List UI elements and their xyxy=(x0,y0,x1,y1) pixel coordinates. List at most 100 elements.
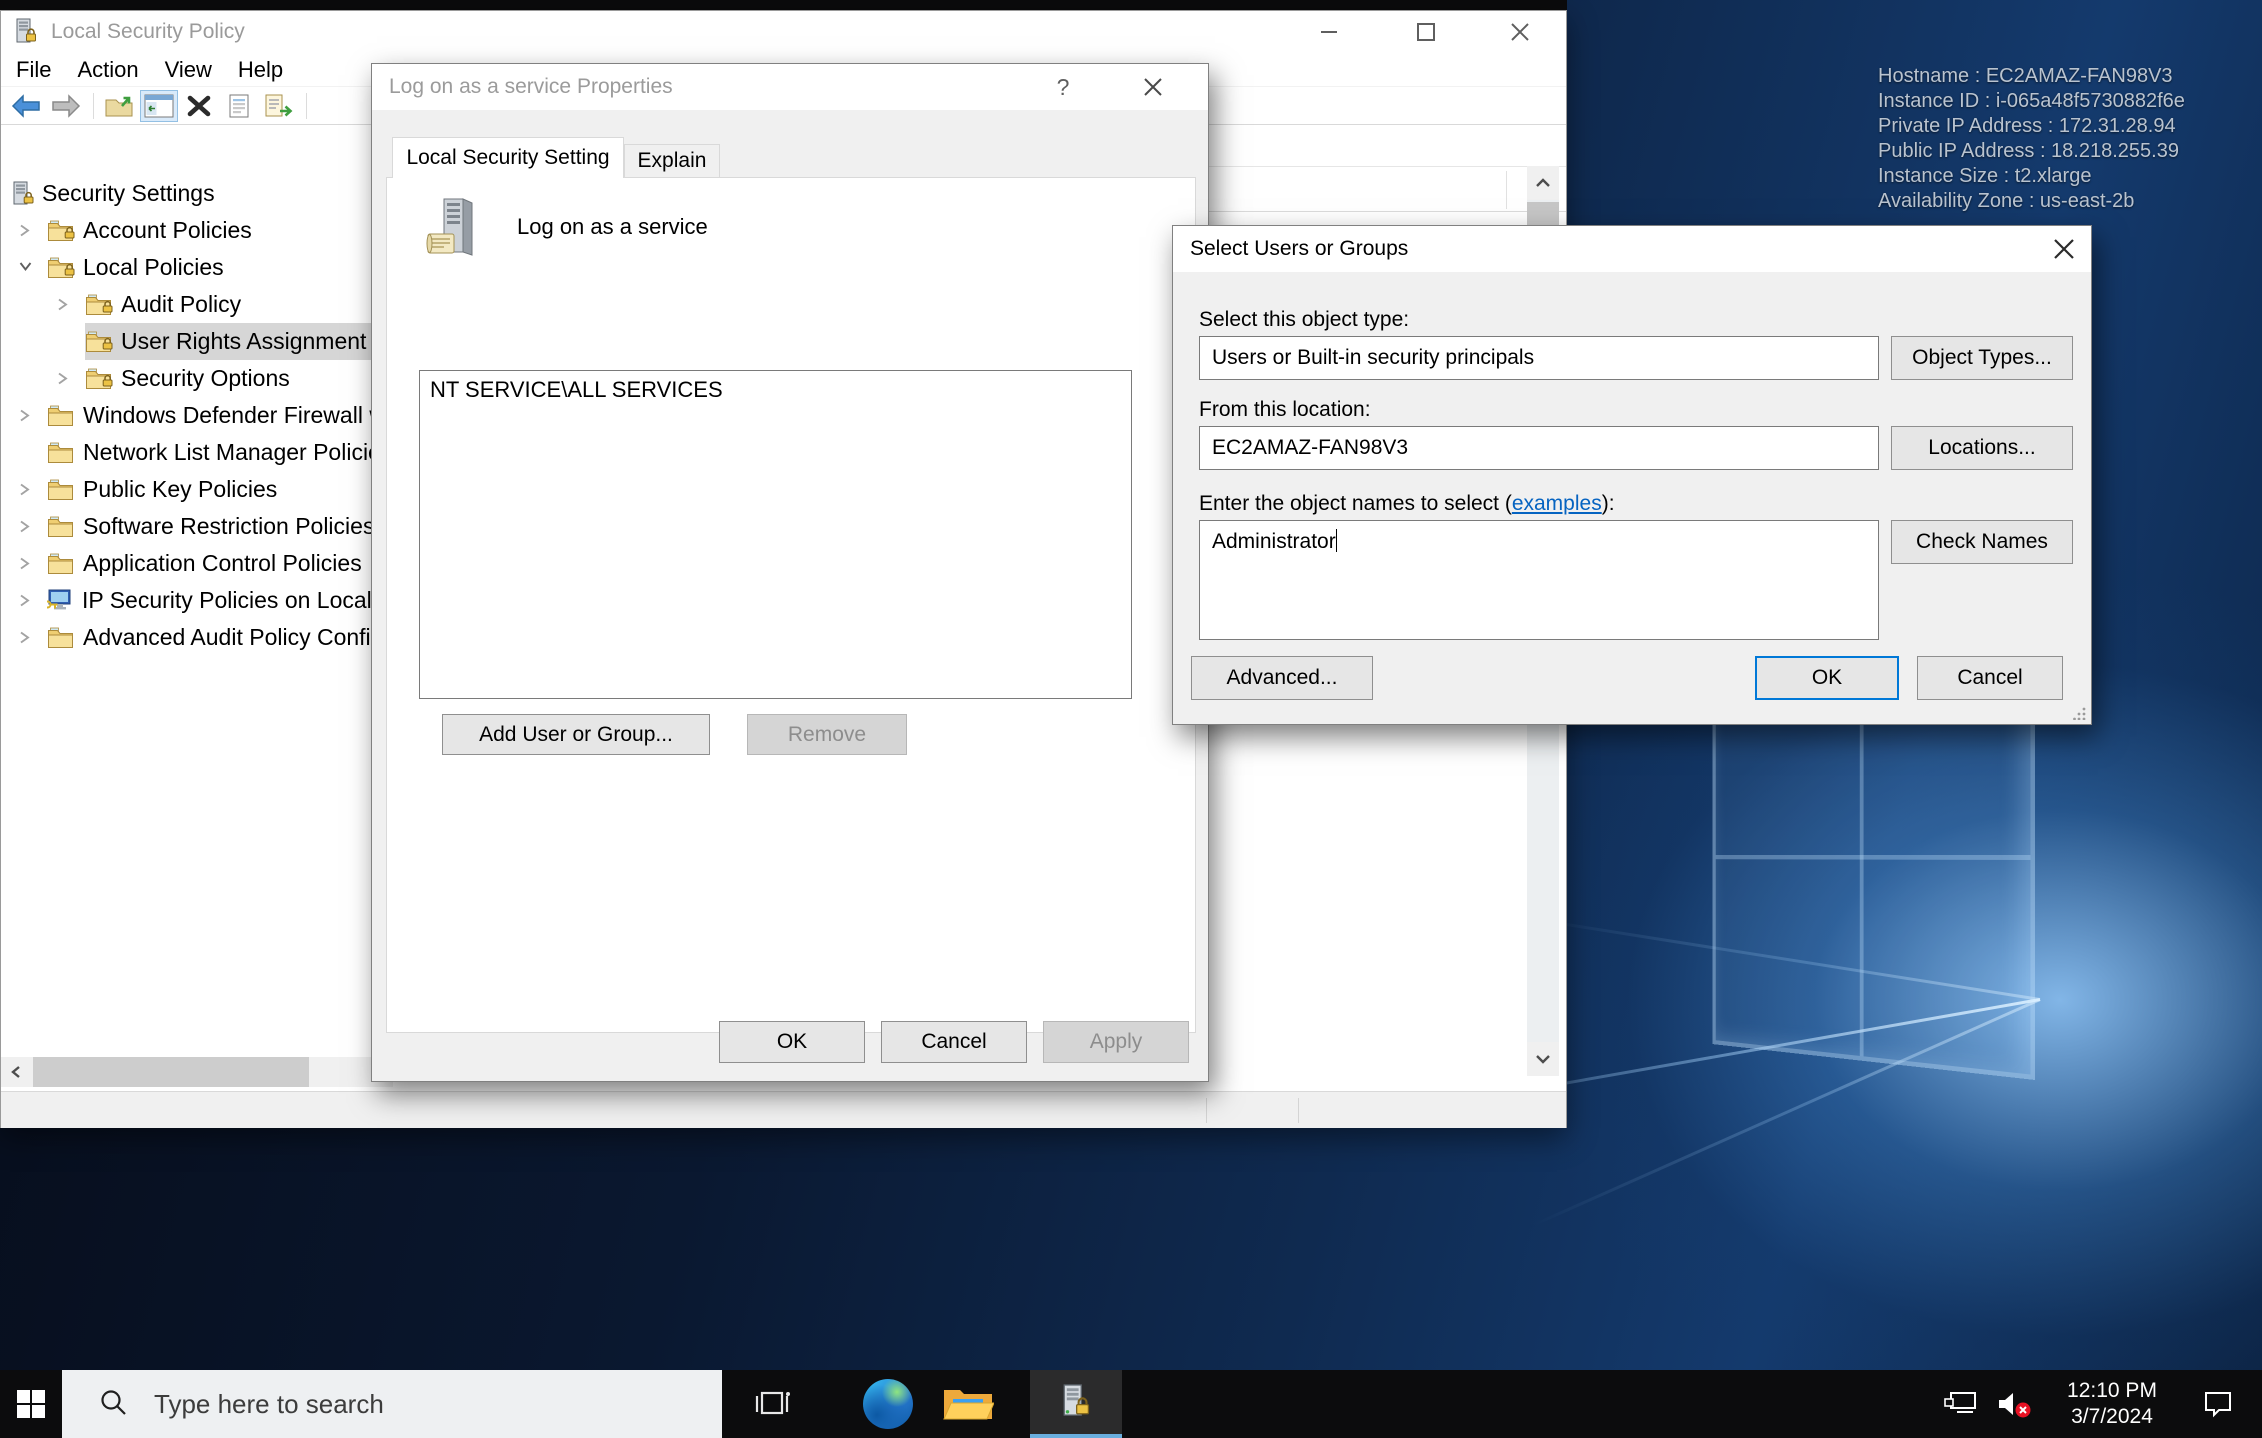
location-field[interactable]: EC2AMAZ-FAN98V3 xyxy=(1199,426,1879,470)
tree-item-software-restriction-policies[interactable]: Software Restriction Policies xyxy=(1,508,392,545)
tree-item-user-rights-assignment[interactable]: User Rights Assignment xyxy=(1,323,392,360)
logon-service-properties-dialog: Log on as a service Properties ? Local S… xyxy=(371,63,1209,1082)
tab-explain[interactable]: Explain xyxy=(624,144,720,177)
object-type-label: Select this object type: xyxy=(1199,308,1409,332)
export-list-button[interactable] xyxy=(260,90,298,122)
tree-item-label: Advanced Audit Policy Configuration xyxy=(83,624,392,651)
tree-item-label: Application Control Policies xyxy=(83,550,362,577)
tree-item-audit-policy[interactable]: Audit Policy xyxy=(1,286,392,323)
tree-item-local-policies[interactable]: Local Policies xyxy=(1,249,392,286)
taskbar-clock[interactable]: 12:10 PM 3/7/2024 xyxy=(2052,1370,2172,1438)
action-center-button[interactable] xyxy=(2190,1370,2246,1438)
desktop: Hostname : EC2AMAZ-FAN98V3Instance ID : … xyxy=(0,0,2262,1438)
folder-lock-icon xyxy=(47,257,74,279)
local-security-policy-taskbar-button[interactable] xyxy=(1030,1370,1122,1438)
up-one-level-button[interactable] xyxy=(100,90,138,122)
tree-item-advanced-audit-policy-configuration[interactable]: Advanced Audit Policy Configuration xyxy=(1,619,392,656)
ok-button[interactable]: OK xyxy=(719,1021,865,1063)
tree-item-label: Local Policies xyxy=(83,254,224,281)
close-button[interactable] xyxy=(1487,11,1553,53)
locations-button[interactable]: Locations... xyxy=(1891,426,2073,470)
tree-item-label: Software Restriction Policies xyxy=(83,513,374,540)
object-types-button[interactable]: Object Types... xyxy=(1891,336,2073,380)
resize-grip[interactable] xyxy=(2073,706,2087,720)
network-tray-button[interactable] xyxy=(1938,1370,1984,1438)
folder-lock-icon xyxy=(85,368,112,390)
scrollbar-thumb[interactable] xyxy=(33,1057,309,1087)
tree-item-windows-defender-firewall-with-advanced-security[interactable]: Windows Defender Firewall with Advanced … xyxy=(1,397,392,434)
properties-button[interactable] xyxy=(220,90,258,122)
advanced-button[interactable]: Advanced... xyxy=(1191,656,1373,700)
back-button[interactable] xyxy=(7,90,45,122)
policy-icon xyxy=(425,196,483,265)
menu-help[interactable]: Help xyxy=(225,53,296,87)
show-hide-console-tree-button[interactable] xyxy=(140,90,178,122)
folder-icon xyxy=(47,442,74,464)
remove-button[interactable]: Remove xyxy=(747,714,907,755)
chevron-right-icon[interactable] xyxy=(17,555,31,577)
chevron-right-icon[interactable] xyxy=(17,518,31,540)
tree-item-security-settings[interactable]: Security Settings xyxy=(1,175,392,212)
tree-item-label: Network List Manager Policies xyxy=(83,439,392,466)
search-input[interactable]: Type here to search xyxy=(62,1370,722,1438)
file-explorer-button[interactable] xyxy=(933,1370,1003,1438)
members-listbox[interactable]: NT SERVICE\ALL SERVICES xyxy=(419,370,1132,699)
folder-lock-icon xyxy=(47,220,74,242)
folder-icon xyxy=(47,479,74,501)
local-security-policy-app-icon xyxy=(13,18,39,46)
ok-button[interactable]: OK xyxy=(1755,656,1899,700)
tree-item-public-key-policies[interactable]: Public Key Policies xyxy=(1,471,392,508)
tree-horizontal-scrollbar[interactable] xyxy=(1,1057,393,1087)
chevron-right-icon[interactable] xyxy=(17,407,31,429)
toolbar-separator xyxy=(306,93,307,119)
minimize-button[interactable] xyxy=(1296,11,1362,53)
add-user-or-group-button[interactable]: Add User or Group... xyxy=(442,714,710,755)
column-divider[interactable] xyxy=(1506,171,1507,209)
instance-info-line: Hostname : EC2AMAZ-FAN98V3 xyxy=(1878,64,2185,89)
help-button[interactable]: ? xyxy=(1040,64,1086,110)
apply-button[interactable]: Apply xyxy=(1043,1021,1189,1063)
volume-muted-tray-button[interactable] xyxy=(1988,1370,2038,1438)
chevron-right-icon[interactable] xyxy=(17,592,31,614)
chevron-right-icon[interactable] xyxy=(55,370,69,392)
dialog-titlebar: Select Users or Groups xyxy=(1173,226,2091,272)
tree-item-network-list-manager-policies[interactable]: Network List Manager Policies xyxy=(1,434,392,471)
policy-name: Log on as a service xyxy=(517,214,708,240)
clock-date: 3/7/2024 xyxy=(2052,1404,2172,1430)
close-icon[interactable] xyxy=(2037,226,2091,272)
close-icon[interactable] xyxy=(1128,64,1178,110)
delete-button[interactable] xyxy=(180,90,218,122)
cancel-button[interactable]: Cancel xyxy=(881,1021,1027,1063)
object-type-field[interactable]: Users or Built-in security principals xyxy=(1199,336,1879,380)
maximize-button[interactable] xyxy=(1393,11,1459,53)
folder-icon xyxy=(47,553,74,575)
scroll-left-button[interactable] xyxy=(1,1057,31,1087)
menu-view[interactable]: View xyxy=(152,53,225,87)
chevron-down-icon[interactable] xyxy=(17,259,34,278)
select-users-groups-dialog: Select Users or Groups Select this objec… xyxy=(1172,225,2092,725)
chevron-right-icon[interactable] xyxy=(17,481,31,503)
chevron-right-icon[interactable] xyxy=(55,296,69,318)
instance-info-line: Instance Size : t2.xlarge xyxy=(1878,164,2185,189)
tree-item-ip-security-policies-on-local-computer[interactable]: IP Security Policies on Local Computer xyxy=(1,582,392,619)
tree-item-account-policies[interactable]: Account Policies xyxy=(1,212,392,249)
check-names-button[interactable]: Check Names xyxy=(1891,520,2073,564)
chevron-right-icon[interactable] xyxy=(17,222,31,244)
start-button[interactable] xyxy=(0,1370,62,1438)
examples-link[interactable]: examples xyxy=(1512,492,1602,515)
edge-button[interactable] xyxy=(853,1370,923,1438)
forward-button[interactable] xyxy=(47,90,85,122)
tab-local-security-setting[interactable]: Local Security Setting xyxy=(392,137,624,178)
menu-file[interactable]: File xyxy=(3,53,64,87)
chevron-right-icon[interactable] xyxy=(17,629,31,651)
task-view-button[interactable] xyxy=(737,1370,807,1438)
scroll-up-button[interactable] xyxy=(1527,166,1559,200)
scroll-down-button[interactable] xyxy=(1527,1042,1559,1076)
instance-info-line: Availability Zone : us-east-2b xyxy=(1878,189,2185,214)
folder-icon xyxy=(47,405,74,427)
tree-item-application-control-policies[interactable]: Application Control Policies xyxy=(1,545,392,582)
object-names-input[interactable]: Administrator xyxy=(1199,520,1879,640)
cancel-button[interactable]: Cancel xyxy=(1917,656,2063,700)
menu-action[interactable]: Action xyxy=(64,53,151,87)
tree-item-security-options[interactable]: Security Options xyxy=(1,360,392,397)
